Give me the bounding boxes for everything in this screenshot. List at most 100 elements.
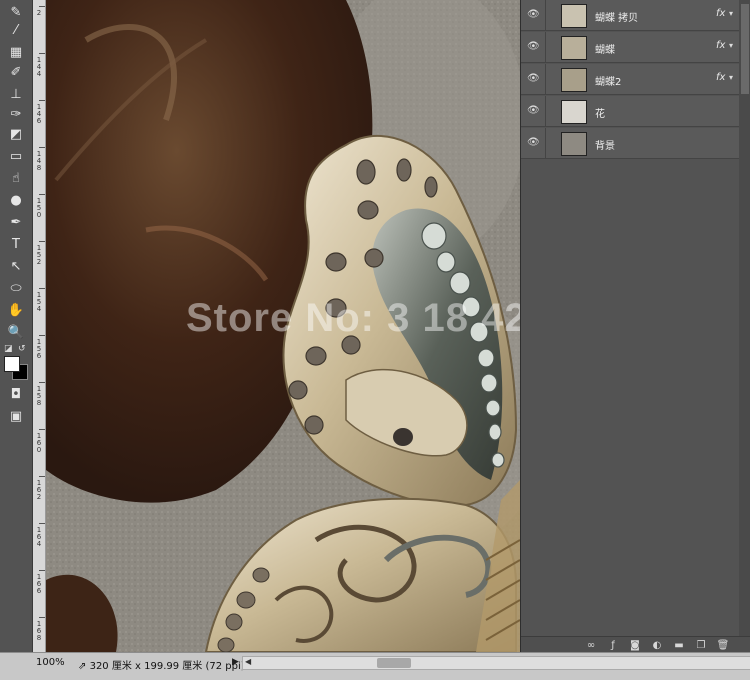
brush-tool-icon[interactable]: ✐: [4, 62, 28, 82]
layer-name[interactable]: 花: [595, 105, 605, 120]
visibility-eye-icon[interactable]: 👁: [527, 73, 540, 85]
status-menu-arrow-icon[interactable]: ▶: [232, 657, 239, 667]
ruler-tick: [39, 194, 45, 195]
ruler-tick: [39, 476, 45, 477]
dodge-icon[interactable]: ●: [4, 190, 28, 210]
ruler-label: 1 5 4: [36, 291, 42, 313]
default-colors-icon[interactable]: ◪: [4, 344, 13, 354]
layer-divider: [545, 32, 546, 62]
expand-effects-icon[interactable]: ▾: [729, 73, 733, 82]
foreground-color-swatch[interactable]: [4, 356, 20, 372]
history-brush-icon[interactable]: ✑: [4, 104, 28, 124]
ruler-tick: [39, 429, 45, 430]
document-info[interactable]: ⇗ 320 厘米 x 199.99 厘米 (72 ppi): [78, 657, 245, 672]
ruler-tick: [39, 6, 45, 7]
layer-name[interactable]: 蝴蝶: [595, 41, 615, 56]
path-select-icon[interactable]: ↖: [4, 256, 28, 276]
document-canvas[interactable]: Store No: 3 18 42: [46, 0, 520, 652]
layers-panel: ∞ ƒ ◙ ◐ ▬ ❐ 🗑 👁 蝴蝶 拷贝 fx ▾ 👁 蝴蝶 fx ▾ 👁 蝴蝶2 fx ▾ 👁 花 👁 背…: [520, 0, 750, 655]
smudge-icon[interactable]: ☝: [4, 168, 28, 188]
ruler-label: 2: [36, 9, 42, 17]
layer-divider: [545, 0, 546, 30]
layer-divider: [545, 96, 546, 126]
eraser-icon[interactable]: ◩: [4, 124, 28, 144]
layer-effects-icon[interactable]: fx: [716, 72, 725, 83]
document-size-text: 320 厘米 x 199.99 厘米 (72 ppi): [89, 661, 245, 672]
layer-row[interactable]: 👁 蝴蝶 拷贝 fx ▾: [521, 0, 739, 31]
horizontal-scroll-thumb[interactable]: [377, 658, 411, 668]
vertical-ruler[interactable]: 2 1 4 4 1 4 6 1 4 8 1 5 0 1 5 2 1 5 4 1 5 6 1 5 …: [33, 0, 46, 652]
ruler-label: 1 5 8: [36, 385, 42, 407]
ruler-label: 1 4 8: [36, 150, 42, 172]
hand-icon[interactable]: ✋: [4, 300, 28, 320]
visibility-eye-icon[interactable]: 👁: [527, 9, 540, 21]
ruler-label: 1 6 0: [36, 432, 42, 454]
status-bar: 100% ⇗ 320 厘米 x 199.99 厘米 (72 ppi) ▶ ◀: [0, 652, 750, 680]
type-icon[interactable]: T: [4, 234, 28, 254]
scroll-left-arrow-icon[interactable]: ◀: [245, 657, 251, 666]
marquee-grid-icon[interactable]: ▦: [4, 42, 28, 62]
expand-effects-icon[interactable]: ▾: [729, 41, 733, 50]
ruler-tick: [39, 335, 45, 336]
pen-icon[interactable]: ✒: [4, 212, 28, 232]
eyedropper-icon[interactable]: ⁄: [4, 20, 28, 40]
layer-effects-icon[interactable]: fx: [716, 40, 725, 51]
tools-panel: ◪ ↺ ✎ ⁄ ▦ ✐ ⊥ ✑ ◩ ▭ ☝ ● ✒ T ↖ ⬭ ✋ 🔍 ◘ ▣: [0, 0, 33, 652]
layer-row[interactable]: 👁 花: [521, 96, 739, 127]
expand-effects-icon[interactable]: ▾: [729, 9, 733, 18]
new-layer-icon[interactable]: ❐: [693, 639, 709, 653]
layer-row[interactable]: 👁 蝴蝶2 fx ▾: [521, 64, 739, 95]
add-layer-style-icon[interactable]: ƒ: [605, 639, 621, 653]
gradient-icon[interactable]: ▭: [4, 146, 28, 166]
layer-name[interactable]: 蝴蝶 拷贝: [595, 9, 638, 24]
layers-scrollbar[interactable]: [739, 0, 750, 640]
add-mask-icon[interactable]: ◙: [627, 639, 643, 653]
screen-mode-icon[interactable]: ▣: [4, 406, 28, 426]
zoom-level[interactable]: 100%: [36, 657, 65, 668]
layer-effects-icon[interactable]: fx: [716, 8, 725, 19]
layer-name[interactable]: 背景: [595, 137, 615, 152]
ruler-label: 1 6 2: [36, 479, 42, 501]
layer-thumbnail: [561, 68, 587, 92]
zoom-icon[interactable]: 🔍: [4, 322, 28, 342]
brush-icon[interactable]: ✎: [4, 2, 28, 22]
ruler-tick: [39, 147, 45, 148]
layer-thumbnail: [561, 132, 587, 156]
delete-layer-icon[interactable]: 🗑: [715, 639, 731, 653]
new-group-icon[interactable]: ▬: [671, 639, 687, 653]
ruler-tick: [39, 570, 45, 571]
layer-divider: [545, 128, 546, 158]
layer-thumbnail: [561, 4, 587, 28]
ruler-tick: [39, 617, 45, 618]
stamp-icon[interactable]: ⊥: [4, 84, 28, 104]
ruler-label: 1 4 6: [36, 103, 42, 125]
layer-divider: [545, 64, 546, 94]
layer-name[interactable]: 蝴蝶2: [595, 73, 621, 88]
quick-mask-icon[interactable]: ◘: [4, 384, 28, 404]
layers-scroll-thumb[interactable]: [741, 4, 749, 94]
share-icon: ⇗: [78, 661, 87, 672]
layer-row[interactable]: 👁 蝴蝶 fx ▾: [521, 32, 739, 63]
ruler-tick: [39, 382, 45, 383]
swap-colors-icon[interactable]: ↺: [18, 344, 26, 354]
ruler-tick: [39, 100, 45, 101]
ruler-label: 1 5 0: [36, 197, 42, 219]
link-layers-icon[interactable]: ∞: [583, 639, 599, 653]
visibility-eye-icon[interactable]: 👁: [527, 137, 540, 149]
visibility-eye-icon[interactable]: 👁: [527, 41, 540, 53]
ruler-tick: [39, 53, 45, 54]
ruler-label: 1 5 6: [36, 338, 42, 360]
ruler-tick: [39, 523, 45, 524]
ruler-label: 1 5 2: [36, 244, 42, 266]
watermark-text: Store No: 3 18 42: [186, 296, 520, 340]
ruler-label: 1 6 8: [36, 620, 42, 642]
adjustment-layer-icon[interactable]: ◐: [649, 639, 665, 653]
ellipse-icon[interactable]: ⬭: [4, 278, 28, 298]
horizontal-scrollbar[interactable]: ◀: [242, 656, 750, 670]
layer-row[interactable]: 👁 背景: [521, 128, 739, 159]
ruler-label: 1 6 6: [36, 573, 42, 595]
visibility-eye-icon[interactable]: 👁: [527, 105, 540, 117]
ruler-label: 1 6 4: [36, 526, 42, 548]
ruler-label: 1 4 4: [36, 56, 42, 78]
ruler-tick: [39, 288, 45, 289]
